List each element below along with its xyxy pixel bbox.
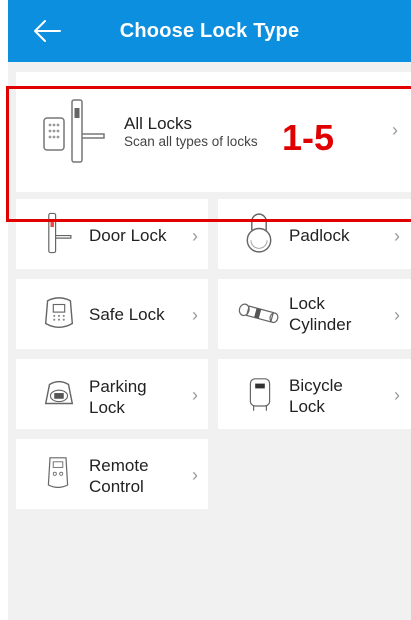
door-lock-label: Door Lock <box>89 226 167 245</box>
door-lock-icon <box>48 212 72 254</box>
annotation-label: 1-5 <box>282 117 335 158</box>
lock-cylinder-label: Lock Cylinder <box>289 294 352 334</box>
chevron-right-icon: › <box>392 120 398 140</box>
chevron-right-icon: › <box>394 305 400 325</box>
app-screen: Choose Lock Type All Locks Scan all type… <box>8 0 411 620</box>
all-locks-subtitle: Scan all types of locks <box>124 134 258 149</box>
padlock-label: Padlock <box>289 226 350 245</box>
remote-control-label: Remote Control <box>89 456 149 496</box>
safe-lock-card[interactable]: Safe Lock › <box>16 279 208 349</box>
lock-cylinder-icon <box>238 303 279 324</box>
chevron-right-icon: › <box>192 226 198 246</box>
lock-cylinder-card[interactable]: Lock Cylinder › <box>218 279 411 349</box>
door-lock-card[interactable]: Door Lock › <box>16 199 208 269</box>
chevron-right-icon: › <box>394 226 400 246</box>
chevron-right-icon: › <box>192 465 198 485</box>
chevron-right-icon: › <box>192 305 198 325</box>
remote-control-card[interactable]: Remote Control › <box>16 439 208 509</box>
page-title: Choose Lock Type <box>119 20 300 42</box>
parking-lock-label: Parking Lock <box>89 377 147 417</box>
chevron-right-icon: › <box>394 385 400 405</box>
all-locks-title: All Locks <box>124 114 193 133</box>
safe-lock-label: Safe Lock <box>89 305 165 324</box>
all-locks-card[interactable]: All Locks Scan all types of locks › <box>16 72 411 192</box>
parking-lock-icon <box>44 380 74 405</box>
padlock-icon <box>246 213 272 253</box>
header-bar: Choose Lock Type <box>8 0 411 62</box>
parking-lock-card[interactable]: Parking Lock › <box>16 359 208 429</box>
chevron-right-icon: › <box>192 385 198 405</box>
smart-door-lock-icon <box>43 99 105 163</box>
bicycle-lock-label: Bicycle Lock <box>289 376 343 416</box>
bicycle-lock-icon <box>249 378 271 411</box>
safe-lock-icon <box>44 297 74 329</box>
remote-control-icon <box>47 457 69 488</box>
bicycle-lock-card[interactable]: Bicycle Lock › <box>218 359 411 429</box>
padlock-card[interactable]: Padlock › <box>218 199 411 269</box>
